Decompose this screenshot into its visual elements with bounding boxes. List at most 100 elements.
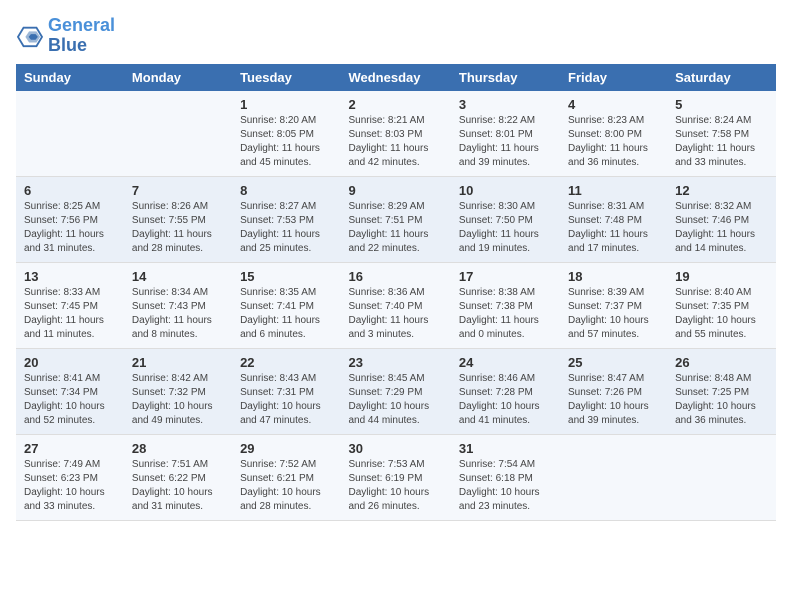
day-detail: Sunrise: 8:48 AMSunset: 7:25 PMDaylight:… — [675, 372, 768, 428]
day-detail: Sunrise: 8:45 AMSunset: 7:29 PMDaylight:… — [348, 372, 442, 428]
calendar-cell: 14 Sunrise: 8:34 AMSunset: 7:43 PMDayligh… — [124, 262, 232, 348]
day-number: 10 — [459, 183, 552, 198]
calendar-week-5: 27 Sunrise: 7:49 AMSunset: 6:23 PMDayligh… — [16, 434, 776, 520]
calendar-cell: 16 Sunrise: 8:36 AMSunset: 7:40 PMDayligh… — [340, 262, 450, 348]
calendar-cell: 30Sunrise: 7:53 AMSunset: 6:19 PMDayligh… — [340, 434, 450, 520]
day-number: 23 — [348, 355, 442, 370]
calendar-cell: 7 Sunrise: 8:26 AMSunset: 7:55 PMDaylight… — [124, 176, 232, 262]
day-number: 20 — [24, 355, 116, 370]
day-detail: Sunrise: 8:32 AMSunset: 7:46 PMDaylight:… — [675, 200, 768, 256]
logo-icon — [16, 24, 44, 48]
day-number: 30 — [348, 441, 442, 456]
day-number: 11 — [568, 183, 659, 198]
header-wednesday: Wednesday — [340, 64, 450, 91]
day-number: 25 — [568, 355, 659, 370]
day-detail: Sunrise: 7:49 AMSunset: 6:23 PMDaylight:… — [24, 458, 116, 514]
day-number: 26 — [675, 355, 768, 370]
day-detail: Sunrise: 8:36 AMSunset: 7:40 PMDaylight:… — [348, 286, 442, 342]
calendar-cell: 3 Sunrise: 8:22 AMSunset: 8:01 PMDaylight… — [451, 91, 560, 177]
day-number: 9 — [348, 183, 442, 198]
day-detail: Sunrise: 8:34 AMSunset: 7:43 PMDaylight:… — [132, 286, 224, 342]
calendar-week-2: 6 Sunrise: 8:25 AMSunset: 7:56 PMDaylight… — [16, 176, 776, 262]
calendar-cell: 11 Sunrise: 8:31 AMSunset: 7:48 PMDayligh… — [560, 176, 667, 262]
calendar-cell: 18Sunrise: 8:39 AMSunset: 7:37 PMDayligh… — [560, 262, 667, 348]
day-number: 16 — [348, 269, 442, 284]
day-detail: Sunrise: 8:35 AMSunset: 7:41 PMDaylight:… — [240, 286, 332, 342]
calendar-cell: 28 Sunrise: 7:51 AMSunset: 6:22 PMDayligh… — [124, 434, 232, 520]
day-number: 19 — [675, 269, 768, 284]
header-saturday: Saturday — [667, 64, 776, 91]
day-detail: Sunrise: 8:31 AMSunset: 7:48 PMDaylight:… — [568, 200, 659, 256]
calendar-cell: 26 Sunrise: 8:48 AMSunset: 7:25 PMDayligh… — [667, 348, 776, 434]
calendar-cell: 23 Sunrise: 8:45 AMSunset: 7:29 PMDayligh… — [340, 348, 450, 434]
day-number: 3 — [459, 97, 552, 112]
header-friday: Friday — [560, 64, 667, 91]
calendar-cell: 2Sunrise: 8:21 AMSunset: 8:03 PMDaylight… — [340, 91, 450, 177]
calendar-body: 1 Sunrise: 8:20 AMSunset: 8:05 PMDaylight… — [16, 91, 776, 521]
day-number: 14 — [132, 269, 224, 284]
calendar-cell: 12 Sunrise: 8:32 AMSunset: 7:46 PMDayligh… — [667, 176, 776, 262]
day-detail: Sunrise: 8:42 AMSunset: 7:32 PMDaylight:… — [132, 372, 224, 428]
page-header: General Blue — [16, 16, 776, 56]
day-detail: Sunrise: 8:43 AMSunset: 7:31 PMDaylight:… — [240, 372, 332, 428]
day-detail: Sunrise: 8:41 AMSunset: 7:34 PMDaylight:… — [24, 372, 116, 428]
calendar-week-1: 1 Sunrise: 8:20 AMSunset: 8:05 PMDaylight… — [16, 91, 776, 177]
calendar-cell: 27 Sunrise: 7:49 AMSunset: 6:23 PMDayligh… — [16, 434, 124, 520]
day-detail: Sunrise: 7:51 AMSunset: 6:22 PMDaylight:… — [132, 458, 224, 514]
calendar-cell: 6 Sunrise: 8:25 AMSunset: 7:56 PMDaylight… — [16, 176, 124, 262]
calendar-week-4: 20 Sunrise: 8:41 AMSunset: 7:34 PMDayligh… — [16, 348, 776, 434]
day-number: 4 — [568, 97, 659, 112]
day-detail: Sunrise: 8:47 AMSunset: 7:26 PMDaylight:… — [568, 372, 659, 428]
day-detail: Sunrise: 8:22 AMSunset: 8:01 PMDaylight:… — [459, 114, 552, 170]
calendar-cell — [124, 91, 232, 177]
day-number: 13 — [24, 269, 116, 284]
day-number: 2 — [348, 97, 442, 112]
header-thursday: Thursday — [451, 64, 560, 91]
calendar-cell — [560, 434, 667, 520]
day-number: 31 — [459, 441, 552, 456]
calendar-cell: 1 Sunrise: 8:20 AMSunset: 8:05 PMDaylight… — [232, 91, 340, 177]
calendar-cell: 19 Sunrise: 8:40 AMSunset: 7:35 PMDayligh… — [667, 262, 776, 348]
day-detail: Sunrise: 8:20 AMSunset: 8:05 PMDaylight:… — [240, 114, 332, 170]
calendar-week-3: 13 Sunrise: 8:33 AMSunset: 7:45 PMDayligh… — [16, 262, 776, 348]
day-number: 6 — [24, 183, 116, 198]
day-number: 12 — [675, 183, 768, 198]
day-detail: Sunrise: 8:26 AMSunset: 7:55 PMDaylight:… — [132, 200, 224, 256]
day-number: 18 — [568, 269, 659, 284]
day-detail: Sunrise: 8:27 AMSunset: 7:53 PMDaylight:… — [240, 200, 332, 256]
calendar-cell: 13 Sunrise: 8:33 AMSunset: 7:45 PMDayligh… — [16, 262, 124, 348]
calendar-cell: 8 Sunrise: 8:27 AMSunset: 7:53 PMDaylight… — [232, 176, 340, 262]
calendar-cell: 22Sunrise: 8:43 AMSunset: 7:31 PMDayligh… — [232, 348, 340, 434]
header-sunday: Sunday — [16, 64, 124, 91]
calendar-cell: 31Sunrise: 7:54 AMSunset: 6:18 PMDayligh… — [451, 434, 560, 520]
day-number: 28 — [132, 441, 224, 456]
calendar-cell: 15Sunrise: 8:35 AMSunset: 7:41 PMDayligh… — [232, 262, 340, 348]
day-number: 5 — [675, 97, 768, 112]
calendar-cell: 29Sunrise: 7:52 AMSunset: 6:21 PMDayligh… — [232, 434, 340, 520]
calendar-cell: 20 Sunrise: 8:41 AMSunset: 7:34 PMDayligh… — [16, 348, 124, 434]
calendar-header-row: SundayMondayTuesdayWednesdayThursdayFrid… — [16, 64, 776, 91]
day-number: 1 — [240, 97, 332, 112]
day-detail: Sunrise: 8:24 AMSunset: 7:58 PMDaylight:… — [675, 114, 768, 170]
calendar-cell: 4 Sunrise: 8:23 AMSunset: 8:00 PMDaylight… — [560, 91, 667, 177]
day-number: 8 — [240, 183, 332, 198]
calendar-cell — [667, 434, 776, 520]
day-detail: Sunrise: 8:23 AMSunset: 8:00 PMDaylight:… — [568, 114, 659, 170]
day-detail: Sunrise: 8:30 AMSunset: 7:50 PMDaylight:… — [459, 200, 552, 256]
calendar-cell: 5 Sunrise: 8:24 AMSunset: 7:58 PMDaylight… — [667, 91, 776, 177]
day-number: 27 — [24, 441, 116, 456]
calendar-cell: 10 Sunrise: 8:30 AMSunset: 7:50 PMDayligh… — [451, 176, 560, 262]
day-detail: Sunrise: 8:40 AMSunset: 7:35 PMDaylight:… — [675, 286, 768, 342]
calendar-cell: 21 Sunrise: 8:42 AMSunset: 7:32 PMDayligh… — [124, 348, 232, 434]
calendar-cell: 9 Sunrise: 8:29 AMSunset: 7:51 PMDaylight… — [340, 176, 450, 262]
day-number: 7 — [132, 183, 224, 198]
day-detail: Sunrise: 8:46 AMSunset: 7:28 PMDaylight:… — [459, 372, 552, 428]
day-detail: Sunrise: 8:25 AMSunset: 7:56 PMDaylight:… — [24, 200, 116, 256]
day-detail: Sunrise: 8:29 AMSunset: 7:51 PMDaylight:… — [348, 200, 442, 256]
day-detail: Sunrise: 7:52 AMSunset: 6:21 PMDaylight:… — [240, 458, 332, 514]
day-number: 21 — [132, 355, 224, 370]
day-detail: Sunrise: 8:33 AMSunset: 7:45 PMDaylight:… — [24, 286, 116, 342]
day-detail: Sunrise: 8:38 AMSunset: 7:38 PMDaylight:… — [459, 286, 552, 342]
header-monday: Monday — [124, 64, 232, 91]
logo: General Blue — [16, 16, 115, 56]
